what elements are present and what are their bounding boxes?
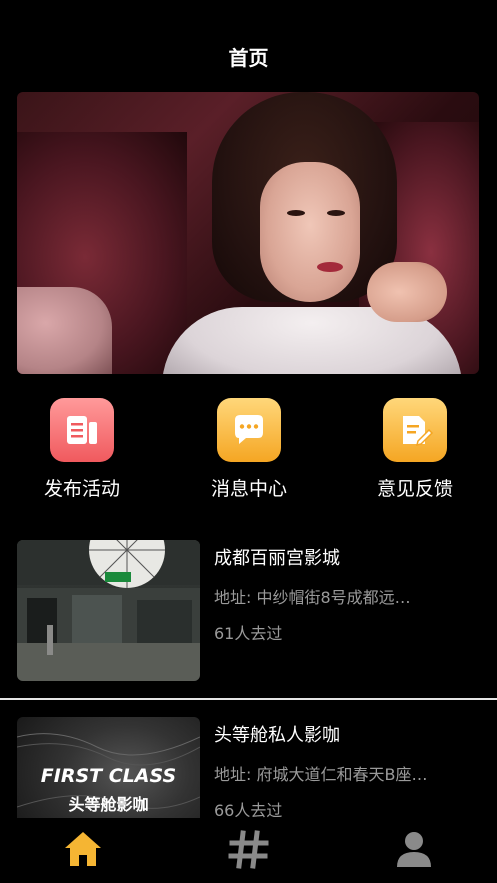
banner-lips <box>317 262 343 272</box>
banner-face <box>260 162 360 302</box>
page-title: 首页 <box>228 45 269 70</box>
tab-home[interactable] <box>53 824 113 874</box>
banner-eye <box>287 210 305 216</box>
banner-eye <box>327 210 345 216</box>
banner-person <box>162 92 462 374</box>
banner-arm <box>17 287 112 374</box>
cinema-thumbnail <box>17 540 200 681</box>
quick-action-messages[interactable]: 消息中心 <box>189 398 309 501</box>
cinema-visits: 61人去过 <box>214 624 283 643</box>
tab-profile[interactable] <box>384 824 444 874</box>
bottom-tab-bar <box>0 818 497 883</box>
home-page: 首页 发布活动 消息中心 意见反馈 成都百丽宫影城 地址: 中纱帽街8号成都远…… <box>0 0 497 883</box>
home-icon <box>65 832 101 866</box>
tab-topics[interactable] <box>219 824 279 874</box>
cinema-name: 成都百丽宫影城 <box>214 548 340 569</box>
quick-action-label: 消息中心 <box>210 478 287 500</box>
banner-hand <box>367 262 447 322</box>
edit-note-icon <box>383 398 447 462</box>
document-icon <box>50 398 114 462</box>
cinema-address: 地址: 中纱帽街8号成都远… <box>214 588 411 607</box>
quick-action-publish[interactable]: 发布活动 <box>22 398 142 501</box>
user-icon <box>397 832 431 867</box>
divider <box>0 698 497 700</box>
quick-action-label: 意见反馈 <box>376 478 453 500</box>
banner-image[interactable] <box>17 92 479 374</box>
hashtag-icon <box>228 830 269 869</box>
cinema-address: 地址: 府城大道仁和春天B座… <box>214 765 428 784</box>
quick-action-label: 发布活动 <box>43 478 120 500</box>
cinema-name: 头等舱私人影咖 <box>214 725 340 746</box>
thumb-brand-en: FIRST CLASS <box>40 765 177 787</box>
quick-action-feedback[interactable]: 意见反馈 <box>355 398 475 501</box>
chat-bubble-icon <box>217 398 281 462</box>
quick-actions: 发布活动 消息中心 意见反馈 <box>0 398 497 508</box>
cinema-list-item[interactable]: 成都百丽宫影城 地址: 中纱帽街8号成都远… 61人去过 <box>0 540 497 690</box>
thumb-brand-cn: 头等舱影咖 <box>68 795 149 814</box>
